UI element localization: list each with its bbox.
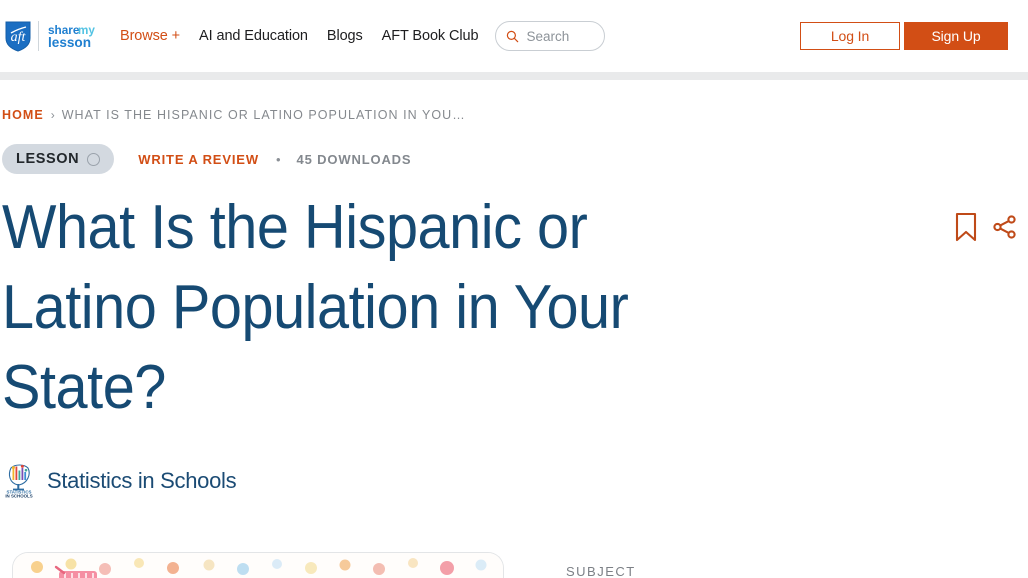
- status-badge[interactable]: LESSON: [2, 144, 115, 174]
- page-content: HOME › WHAT IS THE HISPANIC OR LATINO PO…: [0, 80, 1028, 578]
- top-navigation-bar: aft share my lesson Browse + AI and Educ…: [0, 0, 1028, 72]
- resource-meta-row: LESSON WRITE A REVIEW • 45 DOWNLOADS: [2, 144, 1028, 174]
- bookmark-button[interactable]: [954, 212, 978, 242]
- logo-divider: [38, 21, 39, 51]
- nav-link-browse[interactable]: Browse +: [120, 28, 180, 44]
- nav-link-blogs[interactable]: Blogs: [327, 28, 363, 44]
- search-box[interactable]: [495, 21, 606, 51]
- navbar-underband: [0, 72, 1028, 80]
- sharemylesson-wordmark: share my lesson: [48, 22, 106, 50]
- auth-buttons: Log In Sign Up: [800, 22, 1008, 50]
- breadcrumb-current-page: WHAT IS THE HISPANIC OR LATINO POPULATIO…: [61, 108, 466, 122]
- share-button[interactable]: [992, 214, 1018, 240]
- nav-link-aft-book-club[interactable]: AFT Book Club: [382, 28, 479, 44]
- search-input[interactable]: [526, 28, 595, 44]
- breadcrumb-separator-icon: ›: [50, 108, 55, 122]
- nav-link-ai-and-education[interactable]: AI and Education: [199, 28, 308, 44]
- resource-type-label: LESSON: [16, 151, 80, 167]
- rating-circle-icon: [87, 152, 101, 166]
- write-a-review-link[interactable]: WRITE A REVIEW: [138, 152, 259, 167]
- page-title: What Is the Hispanic or Latino Populatio…: [2, 193, 629, 422]
- share-icon: [992, 215, 1018, 243]
- log-in-button[interactable]: Log In: [800, 22, 900, 50]
- site-logo[interactable]: aft share my lesson: [4, 20, 106, 52]
- author-logo-icon: STATISTICS IN SCHOOLS: [2, 462, 36, 500]
- search-icon: [506, 30, 519, 43]
- author-logo-line2: IN SCHOOLS: [5, 493, 32, 498]
- lower-section: SUBJECT: [2, 552, 1028, 578]
- author-name[interactable]: Statistics in Schools: [47, 468, 237, 494]
- subject-column: SUBJECT: [566, 552, 636, 578]
- author-row[interactable]: STATISTICS IN SCHOOLS Statistics in Scho…: [2, 462, 1028, 500]
- title-block: What Is the Hispanic or Latino Populatio…: [2, 188, 1028, 428]
- download-count: 45 DOWNLOADS: [296, 151, 412, 167]
- sign-up-button[interactable]: Sign Up: [904, 22, 1008, 50]
- main-nav-links: Browse + AI and Education Blogs AFT Book…: [120, 28, 479, 44]
- breadcrumb: HOME › WHAT IS THE HISPANIC OR LATINO PO…: [2, 80, 1028, 122]
- bookmark-icon: [954, 212, 978, 245]
- subject-label: SUBJECT: [566, 564, 636, 578]
- wordmark-lesson-text: lesson: [48, 35, 91, 50]
- aft-shield-icon: aft: [4, 20, 32, 52]
- meta-separator-dot: •: [275, 151, 281, 167]
- breadcrumb-home-link[interactable]: HOME: [2, 108, 44, 122]
- title-action-buttons: [954, 188, 1028, 242]
- resource-thumbnail[interactable]: [12, 552, 504, 578]
